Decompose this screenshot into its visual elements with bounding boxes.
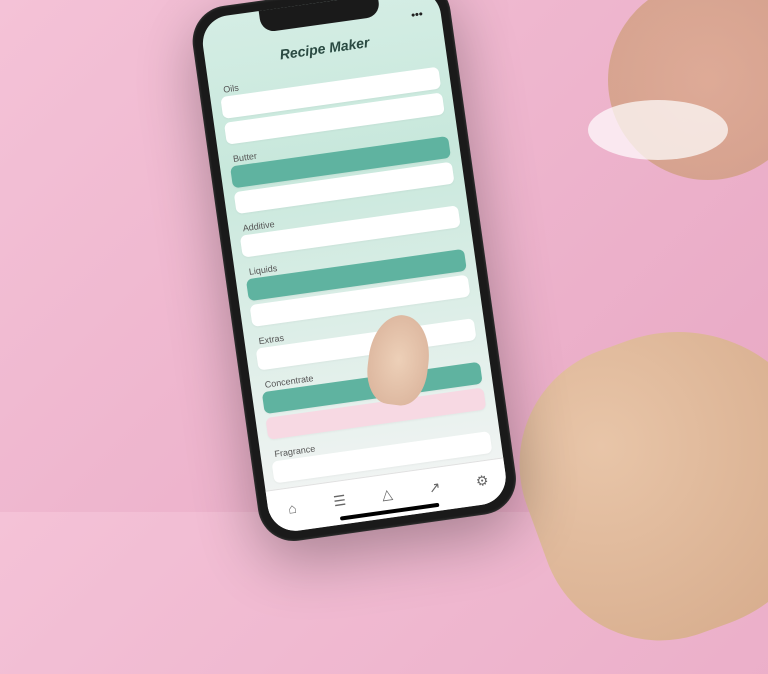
- phone-screen: ••• Recipe Maker Oils Butter Additive Li…: [199, 0, 509, 534]
- phone-frame: ••• Recipe Maker Oils Butter Additive Li…: [188, 0, 521, 546]
- hand: [486, 290, 768, 674]
- nav-list-icon[interactable]: ☰: [328, 490, 351, 513]
- status-icons: •••: [410, 8, 423, 21]
- nav-add-icon[interactable]: △: [376, 483, 399, 506]
- nav-home-icon[interactable]: ⌂: [281, 496, 304, 519]
- nav-settings-icon[interactable]: ⚙: [471, 470, 494, 493]
- form-content[interactable]: Oils Butter Additive Liquids Extras Conc…: [208, 47, 503, 490]
- background-plate: [588, 100, 728, 160]
- nav-share-icon[interactable]: ↗: [423, 476, 446, 499]
